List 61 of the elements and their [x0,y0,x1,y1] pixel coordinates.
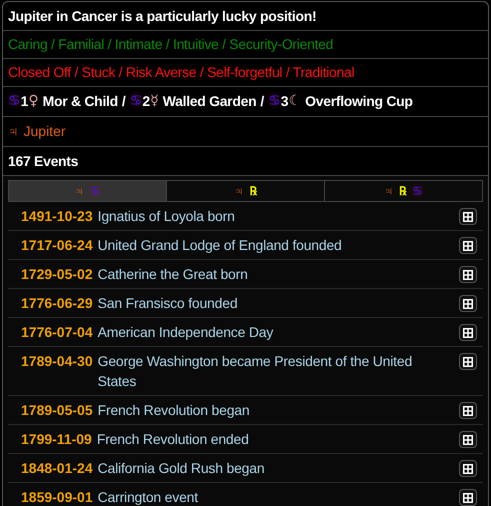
grid-icon [463,356,473,366]
expand-button[interactable] [459,489,477,506]
ruler-glyph: ☿ [150,92,159,111]
expand-button[interactable] [459,295,477,312]
expand-button[interactable] [459,208,477,225]
headline-text: Jupiter in Cancer is a particularly lucky position! [8,6,316,26]
event-title: Carrington event [98,488,199,506]
planet-name: Jupiter [24,122,66,141]
grid-icon [463,406,473,416]
expand-button[interactable] [459,266,477,283]
ruler-glyph: ♀ [28,92,39,111]
grid-icon [463,328,473,338]
tab[interactable]: ♃ ♋ [9,181,166,201]
grid-icon [463,240,473,250]
event-date: 1799-11-09 [21,430,92,449]
positive-traits-text: Caring / Familial / Intimate / Intuitive / Security-Oriented [8,35,334,54]
decan-label: Walled Garden [162,92,256,111]
grid-icon [463,298,473,308]
expand-button[interactable] [459,460,477,477]
event-title: French Revolution ended [96,430,250,449]
separator-text: / [260,92,264,111]
grid-icon [463,492,473,502]
event-date: 1776-06-29 [21,294,93,313]
decan-label: Overflowing Cup [305,92,413,111]
sign-glyph: ♋ [268,92,281,111]
jupiter-glyph: ♃ [8,122,18,141]
event-title: United Grand Lodge of England founded [98,236,343,255]
event-date: 1789-04-30 [21,352,93,371]
decan-label: Mor & Child [42,92,118,111]
event-title: Catherine the Great born [98,265,249,284]
event-count-text: 167 Events [8,152,78,170]
ruler-glyph: ☾ [288,92,302,111]
grid-icon [463,464,473,474]
event-title: American Independence Day [98,323,274,342]
event-date: 1717-06-24 [21,236,93,255]
grid-icon [463,434,473,444]
sign-glyph: ♋ [8,92,21,111]
sign-glyph: ♋ [130,92,142,111]
decan-number: 2 [142,92,150,111]
expand-button[interactable] [459,353,477,370]
expand-button[interactable] [459,237,477,254]
event-title: Ignatius of Loyola born [98,207,236,226]
event-title: San Fransisco founded [98,294,238,313]
event-date: 1729-05-02 [21,265,93,284]
event-date: 1789-05-05 [21,401,93,420]
event-date: 1491-10-23 [21,207,93,226]
separator-text: / [122,92,126,111]
event-date: 1848-01-24 [21,459,93,478]
decan-number: 1 [20,92,28,111]
event-title: French Revolution began [98,401,250,420]
event-title: California Gold Rush began [98,459,266,478]
event-date: 1859-09-01 [21,488,93,506]
expand-button[interactable] [459,431,477,448]
grid-icon [463,212,473,222]
expand-button[interactable] [459,324,477,341]
decan-number: 3 [280,92,289,111]
event-title: George Washington became President of the United States [98,352,414,391]
expand-button[interactable] [459,402,477,419]
grid-icon [463,270,473,280]
event-date: 1776-07-04 [21,323,93,342]
negative-traits-text: Closed Off / Stuck / Risk Averse / Self-forgetful / Traditional [8,63,354,82]
